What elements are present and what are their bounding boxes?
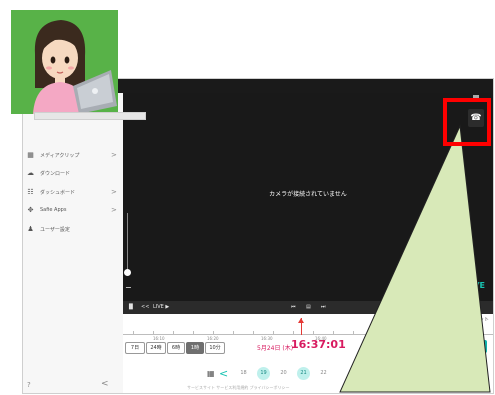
zoom-7days-button[interactable]: 7日 (125, 342, 145, 354)
ruler-label: 16:10 (153, 336, 165, 341)
live-badge: LIVE (465, 281, 485, 290)
download-icon: ☁ (27, 168, 34, 177)
sidebar-item-safie-apps[interactable]: ✥ Safie Apps (27, 202, 67, 218)
skip-forward-icon[interactable]: ⏭ (321, 304, 326, 310)
video-player: ☎ カメラが接続されていません − LIVE (123, 93, 493, 301)
apps-icon: ✥ (27, 205, 34, 214)
current-time: 16:37:01 (291, 338, 346, 351)
help-icon[interactable]: ? (27, 381, 31, 389)
sidebar-item-label: メディアクリップ (40, 152, 80, 159)
day-button[interactable]: 18 (237, 367, 250, 380)
collapse-sidebar-icon[interactable]: < (101, 379, 109, 389)
sidebar-item-user-settings[interactable]: ♟ ユーザー設定 (27, 221, 70, 237)
movie-clip-button[interactable]: ムービークリップ (437, 340, 487, 353)
volume-slider-track[interactable] (127, 213, 128, 273)
ruler-label: 16:30 (261, 336, 273, 341)
sidebar-item-label: ダッシュボード (40, 189, 76, 196)
chevron-right-icon: > (111, 151, 117, 159)
rewind-icon[interactable]: << (141, 304, 149, 310)
prev-day-icon[interactable]: < (219, 367, 228, 380)
sidebar-item-download[interactable]: ☁ ダウンロード (27, 165, 70, 181)
zoom-6hours-button[interactable]: 6時 (167, 342, 185, 354)
day-button[interactable]: 21 (297, 367, 310, 380)
app-screenshot: ▦ メディアクリップ > ☁ ダウンロード ☷ ダッシュボード > ✥ Safi… (22, 78, 494, 394)
person-with-laptop-icon (11, 10, 118, 114)
skip-back-icon[interactable]: ⏮ (291, 304, 296, 310)
zoom-10min-button[interactable]: 10分 (205, 342, 225, 354)
chevron-right-icon: > (111, 188, 117, 196)
user-icon: ♟ (27, 224, 34, 233)
sidebar-item-label: Safie Apps (40, 207, 67, 213)
footer-links[interactable]: サービスサイト サービス利用規約 プライバシーポリシー (187, 385, 289, 391)
zoom-1hour-button[interactable]: 1時 (186, 342, 204, 354)
chat-icon[interactable]: ▤ (306, 304, 311, 310)
user-avatar-illustration (11, 10, 118, 114)
sidebar: ▦ メディアクリップ > ☁ ダウンロード ☷ ダッシュボード > ✥ Safi… (23, 93, 124, 393)
camera-not-connected-message: カメラが接続されていません (269, 191, 347, 198)
sidebar-item-label: ユーザー設定 (40, 226, 70, 233)
timeline-ruler[interactable] (123, 325, 493, 335)
pause-icon[interactable]: ▐▌ (127, 304, 135, 310)
timeline: リップショット 16:10 16:20 16:30 16:40 16:50 16… (123, 314, 493, 393)
chevron-right-icon: > (111, 206, 117, 214)
clip-shot-label: リップショット (453, 317, 489, 323)
player-right-icons[interactable]: ◀)) ✕ ☐ (455, 304, 475, 310)
live-button[interactable]: LIVE ▶ (153, 304, 169, 310)
dashboard-icon: ☷ (27, 187, 34, 196)
sidebar-item-label: ダウンロード (40, 170, 71, 177)
player-controls: ▐▌ << LIVE ▶ ⏮ ▤ ⏭ ◀)) ✕ ☐ (123, 301, 493, 314)
sidebar-item-media-clip[interactable]: ▦ メディアクリップ (27, 147, 79, 163)
highlight-box (443, 98, 491, 146)
ruler-label: 16:55 (423, 336, 435, 341)
sidebar-item-dashboard[interactable]: ☷ ダッシュボード (27, 184, 75, 200)
day-button[interactable]: 20 (277, 367, 290, 380)
volume-minus-icon[interactable]: − (125, 283, 132, 292)
zoom-24hours-button[interactable]: 24時 (146, 342, 166, 354)
ruler-label: 16:20 (207, 336, 219, 341)
desk-shelf (34, 112, 146, 120)
day-button[interactable]: 19 (257, 367, 270, 380)
calendar-icon[interactable]: ▦ (207, 369, 215, 378)
ruler-label: 16:50 (369, 336, 381, 341)
volume-slider-knob[interactable] (124, 269, 131, 276)
current-date: 5月24日 (木) (257, 345, 294, 352)
day-button[interactable]: 22 (317, 367, 330, 380)
media-clip-icon: ▦ (27, 150, 34, 159)
playhead-line (301, 318, 302, 335)
